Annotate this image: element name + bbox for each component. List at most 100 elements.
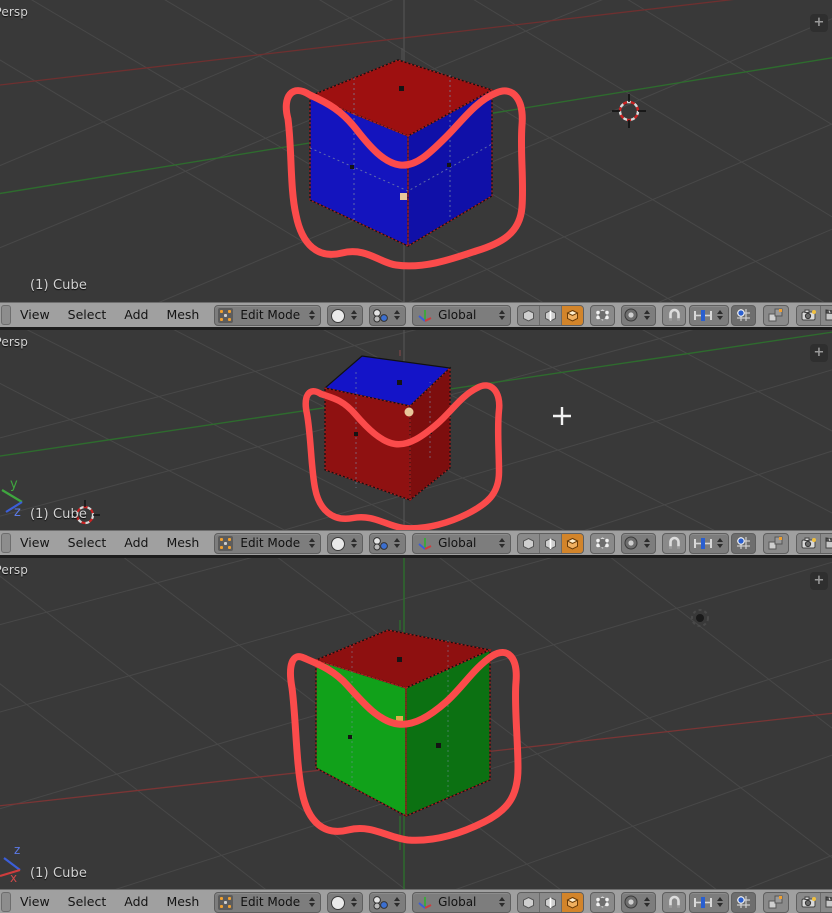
pivot-selector-3[interactable] xyxy=(369,891,407,913)
chevron-updown-icon[interactable] xyxy=(391,310,402,320)
viewport-3[interactable]: z x er Persp (1) Cube + xyxy=(0,558,832,891)
proportional-edit-2[interactable] xyxy=(621,532,657,554)
chevron-updown-icon[interactable] xyxy=(348,897,359,907)
viewport-2[interactable]: y z er Persp (1) Cube + xyxy=(0,330,832,532)
menu-view-2[interactable]: View xyxy=(11,531,59,555)
chevron-updown-icon[interactable] xyxy=(391,897,402,907)
axis-label-z: z xyxy=(14,505,21,520)
menu-add-1[interactable]: Add xyxy=(115,303,157,327)
orientation-label-1: Global xyxy=(438,308,477,322)
edge-select-button-2[interactable] xyxy=(540,533,563,553)
mesh-select-modes-2[interactable] xyxy=(517,532,585,554)
shading-selector-2[interactable] xyxy=(327,532,364,554)
snap-target-selector-1[interactable] xyxy=(689,304,730,326)
render-animation-button-3[interactable] xyxy=(821,892,832,912)
chevron-updown-icon[interactable] xyxy=(496,310,507,320)
proportional-edit-3[interactable] xyxy=(621,891,657,913)
sidebar-toggle-2[interactable]: + xyxy=(810,344,828,362)
menu-add-2[interactable]: Add xyxy=(115,531,157,555)
chevron-updown-icon[interactable] xyxy=(714,897,725,907)
orientation-axis-icon xyxy=(418,537,432,550)
manipulator-button-1[interactable] xyxy=(763,304,790,326)
render-animation-button-2[interactable] xyxy=(821,533,832,553)
mode-selector-3[interactable]: Edit Mode xyxy=(214,891,322,913)
object-name-label-2: (1) Cube xyxy=(30,507,87,522)
edge-select-button-3[interactable] xyxy=(540,892,563,912)
manipulator-icon xyxy=(768,536,783,550)
viewport-1[interactable]: er Persp (1) Cube + xyxy=(0,0,832,302)
snap-target-selector-2[interactable] xyxy=(689,532,730,554)
pivot-selector-1[interactable] xyxy=(369,304,407,326)
render-image-button-1[interactable] xyxy=(797,305,822,325)
snap-grid-button-3[interactable] xyxy=(731,891,757,913)
vertex-select-button-2[interactable] xyxy=(518,533,541,553)
render-image-button-2[interactable] xyxy=(797,533,822,553)
chevron-updown-icon[interactable] xyxy=(496,897,507,907)
transform-orientation-2[interactable]: Global xyxy=(412,532,512,554)
render-animation-button-1[interactable] xyxy=(821,305,832,325)
chevron-updown-icon[interactable] xyxy=(348,310,359,320)
face-select-button-2[interactable] xyxy=(562,533,584,553)
vertex-select-button-3[interactable] xyxy=(518,892,541,912)
sidebar-toggle-1[interactable]: + xyxy=(810,14,828,32)
chevron-updown-icon[interactable] xyxy=(714,310,725,320)
mode-label-1: Edit Mode xyxy=(240,308,301,322)
chevron-updown-icon[interactable] xyxy=(496,538,507,548)
snap-target-selector-3[interactable] xyxy=(689,891,730,913)
mode-selector-2[interactable]: Edit Mode xyxy=(214,532,322,554)
menu-mesh-1[interactable]: Mesh xyxy=(157,303,208,327)
chevron-updown-icon[interactable] xyxy=(306,897,317,907)
render-image-button-3[interactable] xyxy=(797,892,822,912)
manipulator-button-3[interactable] xyxy=(763,891,790,913)
menu-add-3[interactable]: Add xyxy=(115,890,157,913)
orientation-axis-icon xyxy=(418,896,432,909)
limit-selection-button-3[interactable] xyxy=(590,891,616,913)
editor-type-button-3[interactable] xyxy=(1,892,11,912)
chevron-updown-icon[interactable] xyxy=(641,538,652,548)
chevron-updown-icon[interactable] xyxy=(641,897,652,907)
sidebar-toggle-3[interactable]: + xyxy=(810,572,828,590)
menu-mesh-2[interactable]: Mesh xyxy=(157,531,208,555)
chevron-updown-icon[interactable] xyxy=(306,538,317,548)
render-buttons-3[interactable] xyxy=(796,891,832,913)
render-buttons-2[interactable] xyxy=(796,532,832,554)
edge-select-button-1[interactable] xyxy=(540,305,563,325)
shading-selector-3[interactable] xyxy=(327,891,364,913)
manipulator-button-2[interactable] xyxy=(763,532,790,554)
proportional-edit-1[interactable] xyxy=(621,304,657,326)
transform-orientation-3[interactable]: Global xyxy=(412,891,512,913)
menu-mesh-3[interactable]: Mesh xyxy=(157,890,208,913)
menu-view-3[interactable]: View xyxy=(11,890,59,913)
editor-type-button-2[interactable] xyxy=(1,533,11,553)
menu-view-1[interactable]: View xyxy=(11,303,59,327)
camera-icon xyxy=(801,896,816,908)
vertex-select-button-1[interactable] xyxy=(518,305,541,325)
menu-select-1[interactable]: Select xyxy=(59,303,116,327)
snap-grid-button-1[interactable] xyxy=(731,304,757,326)
face-select-button-3[interactable] xyxy=(562,892,584,912)
editor-type-button-1[interactable] xyxy=(1,305,11,325)
snap-magnet-button-2[interactable] xyxy=(662,532,687,554)
chevron-updown-icon[interactable] xyxy=(641,310,652,320)
snap-magnet-button-1[interactable] xyxy=(662,304,687,326)
limit-selection-button-1[interactable] xyxy=(590,304,616,326)
snap-magnet-button-3[interactable] xyxy=(662,891,687,913)
snap-grid-button-2[interactable] xyxy=(731,532,757,554)
snap-increment-icon xyxy=(694,896,713,908)
mesh-select-modes-1[interactable] xyxy=(517,304,585,326)
chevron-updown-icon[interactable] xyxy=(391,538,402,548)
mode-selector-1[interactable]: Edit Mode xyxy=(214,304,322,326)
menu-select-2[interactable]: Select xyxy=(59,531,116,555)
mesh-select-modes-3[interactable] xyxy=(517,891,585,913)
menu-select-3[interactable]: Select xyxy=(59,890,116,913)
transform-orientation-1[interactable]: Global xyxy=(412,304,512,326)
face-select-button-1[interactable] xyxy=(562,305,584,325)
limit-selection-icon xyxy=(596,896,609,908)
chevron-updown-icon[interactable] xyxy=(714,538,725,548)
limit-selection-button-2[interactable] xyxy=(590,532,616,554)
pivot-selector-2[interactable] xyxy=(369,532,407,554)
chevron-updown-icon[interactable] xyxy=(348,538,359,548)
render-buttons-1[interactable] xyxy=(796,304,832,326)
shading-selector-1[interactable] xyxy=(327,304,364,326)
chevron-updown-icon[interactable] xyxy=(306,310,317,320)
